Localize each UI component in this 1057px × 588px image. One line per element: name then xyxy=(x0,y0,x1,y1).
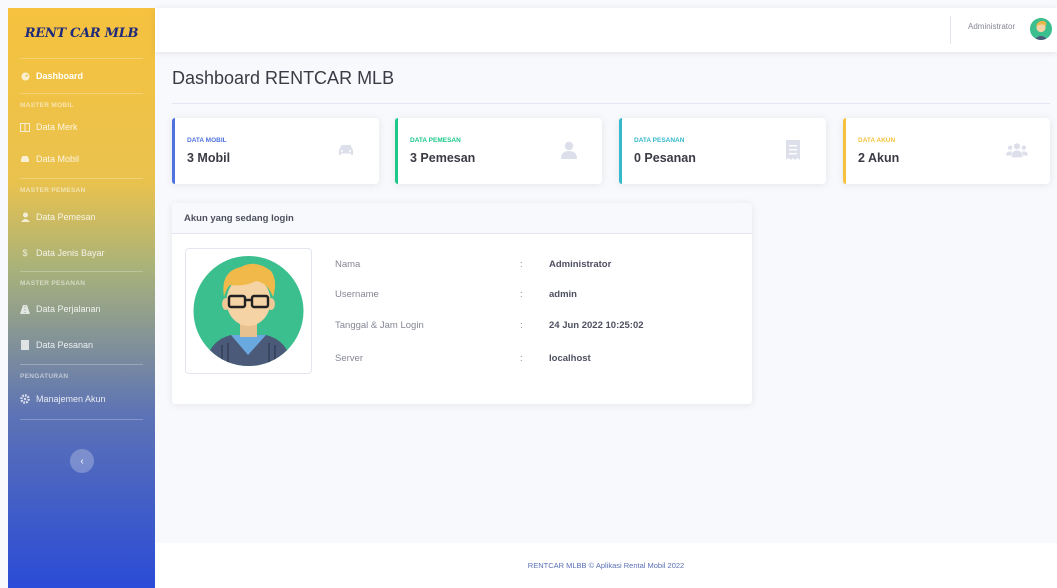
divider xyxy=(172,103,1050,104)
sidebar-item-label: Data Mobil xyxy=(36,154,80,164)
info-separator: : xyxy=(520,353,523,364)
card-label: DATA MOBIL xyxy=(187,137,227,144)
info-value: 24 Jun 2022 10:25:02 xyxy=(549,320,644,331)
gear-icon xyxy=(20,394,30,404)
chevron-left-icon: ‹ xyxy=(80,455,84,467)
sidebar-toggle-button[interactable]: ‹ xyxy=(70,449,94,473)
stat-card-data-akun[interactable]: DATA AKUN 2 Akun xyxy=(843,118,1050,184)
stat-card-data-pemesan[interactable]: DATA PEMESAN 3 Pemesan xyxy=(395,118,602,184)
sidebar-item-data-perjalanan[interactable]: Data Perjalanan xyxy=(8,292,155,326)
sidebar-item-data-mobil[interactable]: Data Mobil xyxy=(8,140,155,178)
sidebar-item-label: Data Pesanan xyxy=(36,340,94,350)
card-accent xyxy=(395,118,398,184)
sidebar-item-manajemen-akun[interactable]: Manajemen Akun xyxy=(8,385,155,413)
brand-logo[interactable]: RENT CAR MLB xyxy=(8,8,155,58)
card-value: 2 Akun xyxy=(858,151,900,165)
sidebar-item-label: Manajemen Akun xyxy=(36,394,106,404)
sidebar-item-data-jenis-bayar[interactable]: $ Data Jenis Bayar xyxy=(8,235,155,271)
info-value: Administrator xyxy=(549,259,612,270)
receipt-icon xyxy=(782,140,804,160)
card-label: DATA PESANAN xyxy=(634,137,685,144)
sidebar-item-dashboard[interactable]: Dashboard xyxy=(8,59,155,93)
sidebar-item-data-pesanan[interactable]: Data Pesanan xyxy=(8,326,155,364)
info-label: Username xyxy=(335,289,379,300)
sidebar-item-data-pemesan[interactable]: Data Pemesan xyxy=(8,199,155,235)
footer: RENTCAR MLBB © Aplikasi Rental Mobil 202… xyxy=(155,543,1057,588)
card-value: 3 Pemesan xyxy=(410,151,476,165)
sidebar-heading: MASTER PESANAN xyxy=(20,280,86,287)
info-value: localhost xyxy=(549,353,591,364)
page-title: Dashboard RENTCAR MLB xyxy=(172,68,395,88)
columns-icon xyxy=(20,122,30,132)
info-value: admin xyxy=(549,289,577,300)
stat-card-data-pesanan[interactable]: DATA PESANAN 0 Pesanan xyxy=(619,118,826,184)
user-icon xyxy=(20,212,30,222)
card-label: DATA AKUN xyxy=(858,137,896,144)
sidebar-item-data-merk[interactable]: Data Merk xyxy=(8,114,155,140)
panel-title: Akun yang sedang login xyxy=(172,203,752,234)
sidebar: RENT CAR MLB Dashboard MASTER MOBIL Data… xyxy=(8,8,155,588)
footer-text: RENTCAR MLBB © Aplikasi Rental Mobil 202… xyxy=(527,561,685,570)
dashboard-icon xyxy=(20,71,30,81)
sidebar-item-label: Data Jenis Bayar xyxy=(36,248,105,258)
profile-photo xyxy=(185,248,312,374)
card-label: DATA PEMESAN xyxy=(410,137,461,144)
card-accent xyxy=(172,118,175,184)
avatar[interactable] xyxy=(1030,18,1052,40)
card-accent xyxy=(843,118,846,184)
road-icon xyxy=(20,304,30,314)
sidebar-item-label: Data Merk xyxy=(36,122,78,132)
stat-card-data-mobil[interactable]: DATA MOBIL 3 Mobil xyxy=(172,118,379,184)
receipt-icon xyxy=(20,340,30,350)
car-icon xyxy=(20,154,30,164)
sidebar-item-label: Data Perjalanan xyxy=(36,304,101,314)
info-separator: : xyxy=(520,320,523,331)
info-separator: : xyxy=(520,289,523,300)
info-label: Nama xyxy=(335,259,361,270)
users-icon xyxy=(1006,140,1028,160)
card-value: 0 Pesanan xyxy=(634,151,696,165)
sidebar-item-label: Dashboard xyxy=(36,71,84,81)
login-info-panel: Akun yang sedang login Nama: Administra… xyxy=(172,203,752,404)
sidebar-heading: MASTER PEMESAN xyxy=(20,187,86,194)
user-name[interactable]: Administrator xyxy=(968,22,1015,31)
card-accent xyxy=(619,118,622,184)
sidebar-item-label: Data Pemesan xyxy=(36,212,96,222)
sidebar-heading: MASTER MOBIL xyxy=(20,102,74,109)
info-separator: : xyxy=(520,259,523,270)
topbar: Administrator xyxy=(155,8,1057,52)
card-value: 3 Mobil xyxy=(187,151,231,165)
car-icon xyxy=(335,140,357,160)
sidebar-heading: PENGATURAN xyxy=(20,373,69,380)
info-label: Tanggal & Jam Login xyxy=(335,320,424,331)
topbar-divider xyxy=(950,16,951,44)
user-icon xyxy=(558,140,580,160)
info-label: Server xyxy=(335,353,363,364)
dollar-icon: $ xyxy=(22,248,28,258)
